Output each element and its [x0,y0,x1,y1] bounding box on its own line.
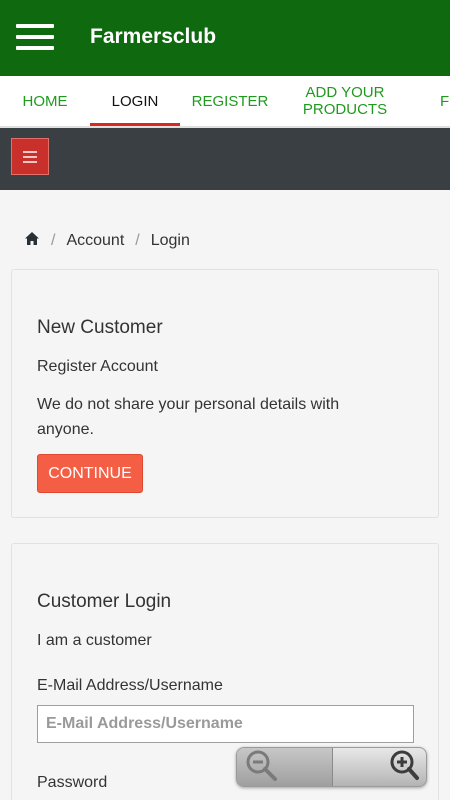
email-label: E-Mail Address/Username [37,677,223,694]
tab-bar: HOME LOGIN REGISTER ADD YOUR PRODUCTS F [0,76,450,128]
new-customer-title: New Customer [37,317,163,338]
password-label: Password [37,774,108,791]
email-field[interactable] [37,705,414,743]
register-account-text: Register Account [37,358,158,375]
breadcrumb: / Account / Login [24,231,190,251]
tab-add-your-products[interactable]: ADD YOUR PRODUCTS [290,76,400,126]
category-toolbar [0,128,450,190]
customer-login-subtitle: I am a customer [37,632,152,649]
breadcrumb-account[interactable]: Account [66,232,124,250]
tab-login[interactable]: LOGIN [90,76,180,126]
home-icon[interactable] [24,231,40,251]
zoom-in-button[interactable] [332,748,426,786]
zoom-out-button[interactable] [237,748,332,786]
zoom-control [236,747,427,787]
breadcrumb-separator: / [51,232,56,249]
customer-login-title: Customer Login [37,591,172,612]
tab-register[interactable]: REGISTER [180,76,280,126]
app-bar: Farmersclub [0,0,450,76]
category-menu-toggle[interactable] [11,138,49,175]
new-customer-panel: New Customer Register Account We do not … [11,269,439,518]
privacy-note: We do not share your personal details wi… [37,396,340,438]
zoom-in-icon [385,749,419,786]
zoom-out-icon [245,749,279,786]
continue-button[interactable]: CONTINUE [37,454,143,493]
breadcrumb-separator: / [135,232,140,249]
tab-home[interactable]: HOME [0,76,90,126]
tab-partial[interactable]: F [440,76,450,126]
app-title: Farmersclub [90,25,217,48]
hamburger-menu-icon[interactable] [16,24,54,50]
breadcrumb-current: Login [150,232,190,249]
